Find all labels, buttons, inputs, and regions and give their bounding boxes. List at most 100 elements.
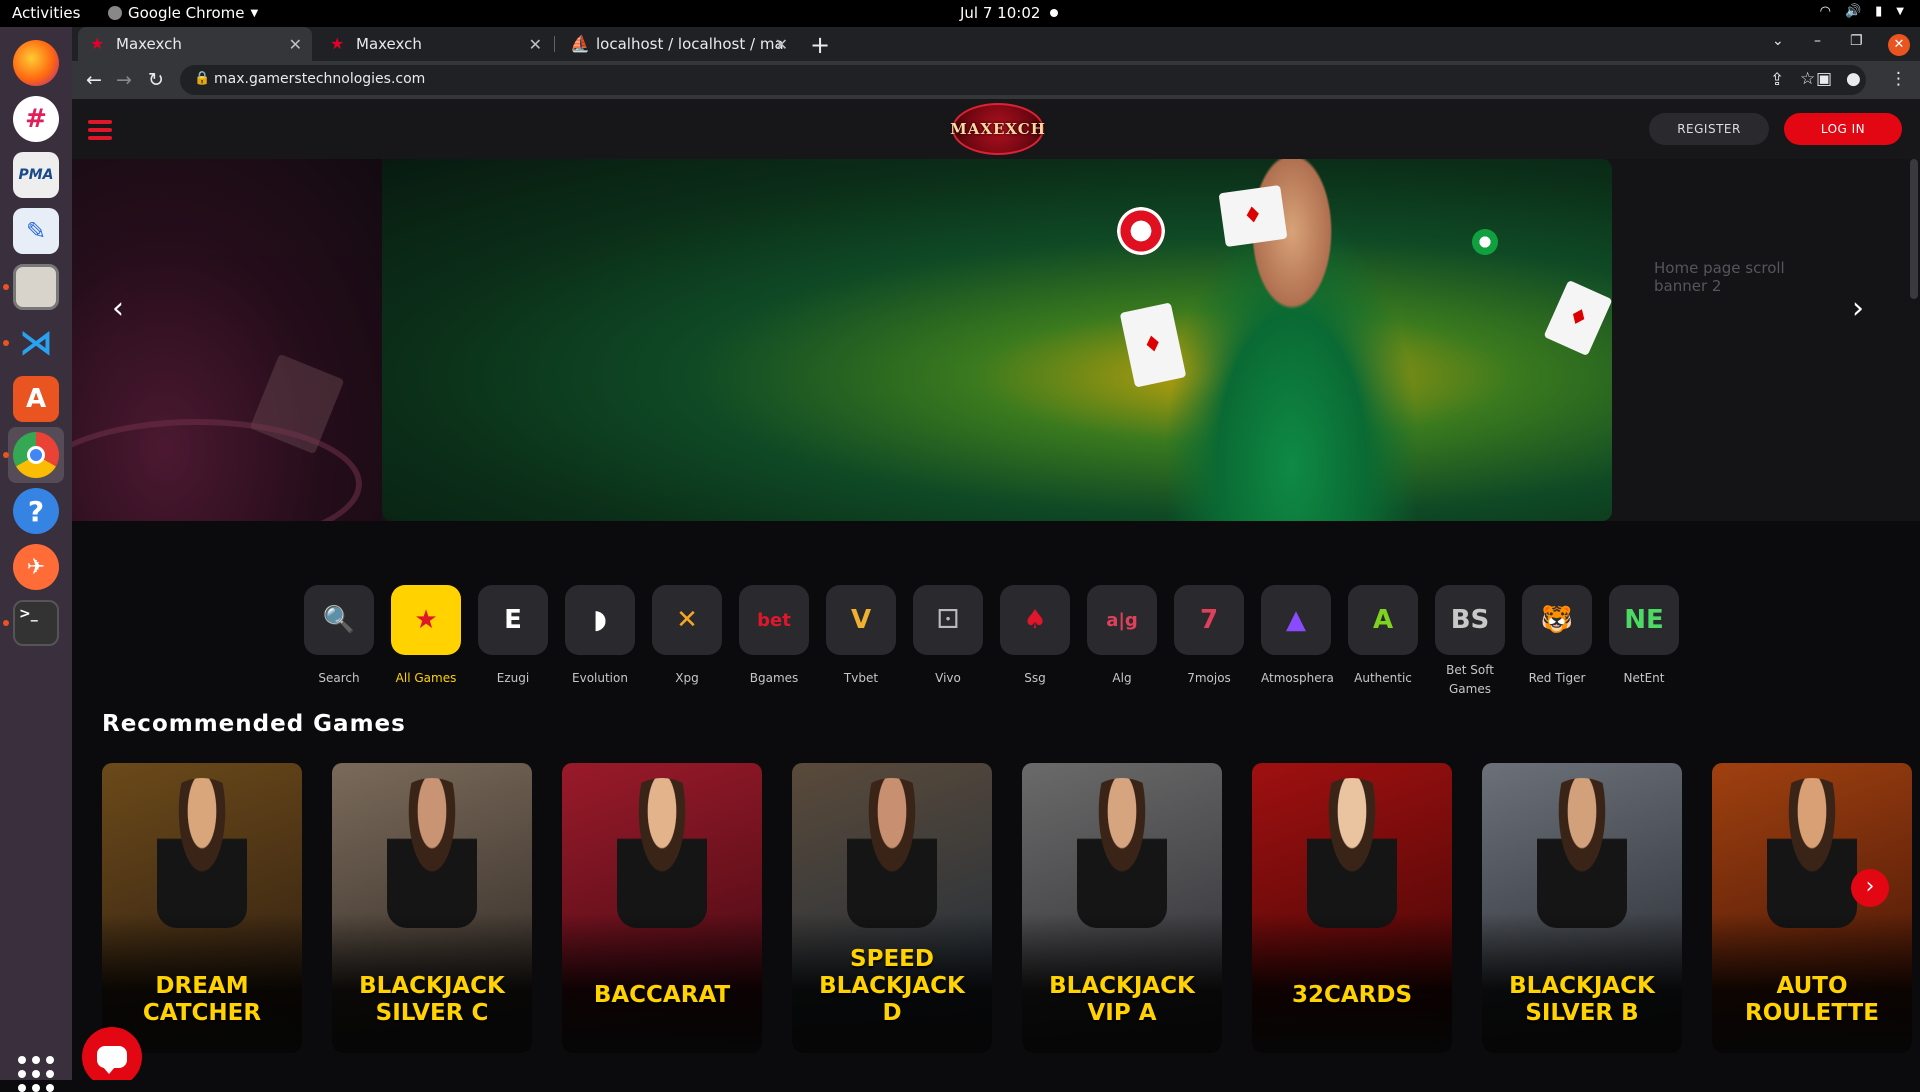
close-tab-icon[interactable]: ✕: [529, 35, 542, 54]
tab-strip: ★ Maxexch ✕ ★ Maxexch ✕ ⛵ localhost / lo…: [72, 27, 1920, 61]
profile-avatar-icon[interactable]: ●: [1846, 69, 1861, 89]
provider-label: Atmosphera: [1261, 671, 1334, 685]
forward-icon[interactable]: →: [116, 69, 132, 91]
provider-label: Tvbet: [843, 671, 879, 685]
game-card[interactable]: SPEED BLACKJACK D: [792, 763, 992, 1053]
phpmyadmin-icon: PMA: [13, 152, 59, 198]
provider-label: Bet Soft Games: [1446, 663, 1494, 696]
notification-dot: [1050, 9, 1059, 17]
game-card[interactable]: BLACKJACK VIP A: [1022, 763, 1222, 1053]
dock-help[interactable]: ?: [8, 483, 64, 539]
share-icon[interactable]: ⇪: [1770, 70, 1784, 90]
back-icon[interactable]: ←: [86, 69, 102, 91]
banner-slide-next: Home page scroll banner 2: [1612, 159, 1920, 521]
postman-icon: ✈: [13, 544, 59, 590]
dock-firefox[interactable]: [8, 35, 64, 91]
game-card[interactable]: 32CARDS: [1252, 763, 1452, 1053]
provider-7mojos-icon: 7: [1174, 585, 1244, 655]
game-card[interactable]: BLACKJACK SILVER B: [1482, 763, 1682, 1053]
tab-title: Maxexch: [356, 35, 422, 53]
provider-bgames[interactable]: bet Bgames: [739, 585, 809, 688]
recommended-games-title: Recommended Games: [102, 711, 406, 737]
close-tab-icon[interactable]: ✕: [775, 35, 788, 54]
provider-label: Bgames: [749, 671, 799, 685]
provider-red-tiger-icon: 🐯: [1522, 585, 1592, 655]
provider-vivo[interactable]: ⚀ Vivo: [913, 585, 983, 688]
game-card[interactable]: AUTO ROULETTE: [1712, 763, 1912, 1053]
phpmyadmin-favicon-icon: ⛵: [570, 34, 590, 53]
dock-postman[interactable]: ✈: [8, 539, 64, 595]
game-card[interactable]: DREAM CATCHER: [102, 763, 302, 1053]
provider-all-games[interactable]: ★ All Games: [391, 585, 461, 688]
provider-evolution[interactable]: ◗ Evolution: [565, 585, 635, 688]
dock-text-editor[interactable]: ✎: [8, 203, 64, 259]
dock-slack[interactable]: #: [8, 91, 64, 147]
running-indicator: [3, 620, 9, 626]
tab-separator: [554, 36, 555, 52]
provider-ssg[interactable]: ♠ Ssg: [1000, 585, 1070, 688]
provider-atmosphera[interactable]: ▲ Atmosphera: [1261, 585, 1334, 688]
close-window-icon[interactable]: ✕: [1888, 34, 1910, 56]
chrome-menu-icon[interactable]: ⋮: [1890, 69, 1907, 89]
game-card[interactable]: BACCARAT: [562, 763, 762, 1053]
banner-prev-arrow-icon[interactable]: ‹: [112, 291, 124, 326]
close-tab-icon[interactable]: ✕: [289, 35, 302, 54]
bookmark-star-icon[interactable]: ☆: [1800, 69, 1815, 89]
activities-button[interactable]: Activities: [12, 4, 80, 22]
games-next-arrow-icon[interactable]: ›: [1851, 869, 1889, 907]
reload-icon[interactable]: ↻: [148, 69, 164, 91]
clock[interactable]: Jul 7 10:02: [960, 4, 1059, 22]
provider-xpg[interactable]: ✕ Xpg: [652, 585, 722, 688]
casino-chip-image: [1117, 207, 1165, 255]
caret-down-icon: ▼: [1896, 6, 1904, 17]
hamburger-menu-icon[interactable]: [88, 120, 112, 144]
dock-phpmyadmin[interactable]: PMA: [8, 147, 64, 203]
new-tab-button[interactable]: +: [810, 31, 830, 59]
dock-files[interactable]: [3, 259, 64, 315]
dock-chrome[interactable]: [3, 427, 64, 483]
dock-vscode[interactable]: ⋊: [3, 315, 64, 371]
minimize-icon[interactable]: –: [1814, 33, 1821, 49]
restore-icon[interactable]: ❐: [1850, 33, 1863, 49]
game-title: DREAM CATCHER: [142, 973, 262, 1026]
tab-maxexch-2[interactable]: ★ Maxexch ✕: [318, 27, 552, 61]
register-button[interactable]: REGISTER: [1649, 113, 1769, 145]
tab-title: localhost / localhost / ma: [596, 35, 784, 53]
clock-label: Jul 7 10:02: [960, 4, 1041, 22]
banner-slide-active[interactable]: [382, 159, 1612, 521]
provider-label: Ezugi: [496, 671, 530, 685]
page-scrollbar[interactable]: [1910, 159, 1918, 299]
address-bar[interactable]: 🔒 max.gamerstechnologies.com ⇪ ☆: [180, 65, 1866, 95]
dock-terminal[interactable]: >_: [3, 595, 64, 651]
dealer-image: [1077, 778, 1167, 928]
chat-support-button[interactable]: [82, 1027, 142, 1080]
game-card[interactable]: BLACKJACK SILVER C: [332, 763, 532, 1053]
provider-7mojos[interactable]: 7 7mojos: [1174, 585, 1244, 688]
provider-netent-icon: NE: [1609, 585, 1679, 655]
dock-app-center[interactable]: A: [8, 371, 64, 427]
show-apps-grid-icon[interactable]: [18, 1056, 54, 1092]
provider-netent[interactable]: NE NetEnt: [1609, 585, 1679, 688]
banner-caption: Home page scroll banner 2: [1654, 259, 1785, 295]
tab-phpmyadmin[interactable]: ⛵ localhost / localhost / ma ✕: [558, 27, 798, 61]
provider-ssg-icon: ♠: [1000, 585, 1070, 655]
provider-red-tiger[interactable]: 🐯 Red Tiger: [1522, 585, 1592, 688]
provider-bet-soft-games[interactable]: BS Bet Soft Games: [1435, 585, 1505, 699]
running-indicator: [3, 284, 9, 290]
tab-maxexch-1[interactable]: ★ Maxexch ✕: [78, 27, 312, 61]
provider-search[interactable]: 🔍 Search: [304, 585, 374, 688]
provider-label: All Games: [395, 671, 457, 685]
caret-down-icon: ▼: [250, 7, 259, 19]
system-tray[interactable]: ◠ 🔊 ▮ ▼: [1820, 4, 1904, 19]
provider-tvbet[interactable]: V Tvbet: [826, 585, 896, 688]
provider-ezugi[interactable]: E Ezugi: [478, 585, 548, 688]
provider-alg[interactable]: a|g Alg: [1087, 585, 1157, 688]
app-menu[interactable]: Google Chrome ▼: [108, 4, 258, 22]
login-button[interactable]: LOG IN: [1784, 113, 1902, 145]
tab-search-icon[interactable]: ⌄: [1772, 33, 1784, 49]
provider-authentic[interactable]: A Authentic: [1348, 585, 1418, 688]
site-logo[interactable]: MAXEXCH: [950, 103, 1045, 155]
lock-icon[interactable]: 🔒: [194, 71, 210, 86]
banner-next-arrow-icon[interactable]: ›: [1852, 291, 1864, 326]
side-panel-icon[interactable]: ▣: [1816, 69, 1832, 89]
